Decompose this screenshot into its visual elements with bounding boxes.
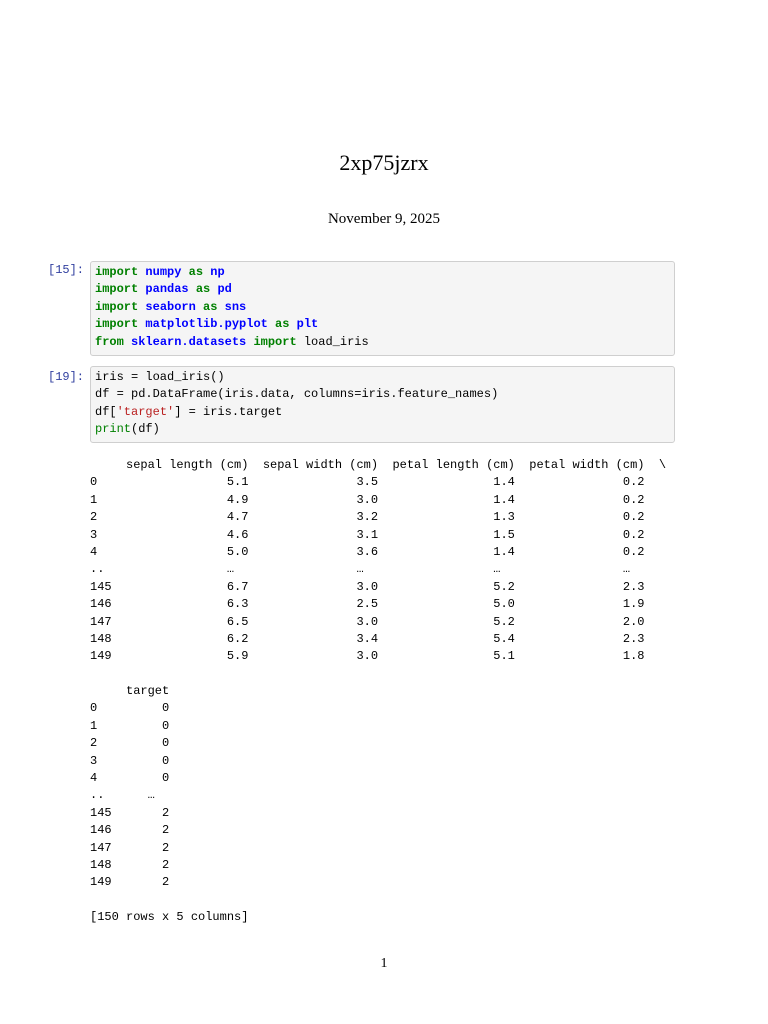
output-line: 148 6.2 3.4 5.4 2.3	[90, 631, 645, 646]
output-line: .. …	[90, 788, 155, 803]
code-line: print(df)	[95, 421, 670, 438]
code-token: seaborn	[145, 299, 196, 314]
code-token: matplotlib.pyplot	[145, 317, 268, 332]
output-line: 146 2	[90, 823, 170, 838]
output-line: 4 5.0 3.6 1.4 0.2	[90, 544, 645, 559]
cell-output: sepal length (cm) sepal width (cm) petal…	[90, 457, 666, 927]
code-token: as	[275, 317, 290, 332]
output-line: 2 4.7 3.2 1.3 0.2	[90, 510, 645, 525]
output-line: 3 4.6 3.1 1.5 0.2	[90, 527, 645, 542]
document-date: November 9, 2025	[327, 211, 441, 227]
code-token: 'target'	[116, 404, 175, 419]
output-line: sepal length (cm) sepal width (cm) petal…	[90, 458, 667, 472]
output-line: 1 4.9 3.0 1.4 0.2	[90, 492, 645, 507]
code-token: df = pd.DataFrame(iris.data, columns=iri…	[95, 387, 499, 402]
code-token: print	[95, 422, 132, 437]
code-token: from	[95, 334, 124, 349]
code-token: import	[95, 265, 139, 279]
code-line: import pandas as pd	[95, 281, 670, 298]
code-token: sklearn.datasets	[131, 334, 247, 349]
output-line: 147 6.5 3.0 5.2 2.0	[90, 614, 645, 629]
code-line: import seaborn as sns	[95, 299, 670, 316]
output-line: .. … … … …	[90, 562, 631, 577]
output-line: 0 5.1 3.5 1.4 0.2	[90, 475, 645, 490]
cell-prompt: [19]:	[48, 370, 85, 384]
code-line: df = pd.DataFrame(iris.data, columns=iri…	[95, 386, 670, 403]
output-line: 145 2	[90, 805, 170, 820]
code-token: import	[95, 282, 139, 297]
code-line: import matplotlib.pyplot as plt	[95, 316, 670, 333]
output-line: 149 5.9 3.0 5.1 1.8	[90, 649, 645, 664]
output-line: 1 0	[90, 718, 170, 733]
output-line: 0 0	[90, 701, 170, 716]
code-token: load_iris	[296, 334, 369, 349]
output-line: 147 2	[90, 840, 170, 855]
output-line: 148 2	[90, 857, 170, 872]
code-token: as	[203, 299, 218, 314]
code-token: ] = iris.target	[174, 404, 283, 419]
code-line: iris = load_iris()	[95, 369, 670, 386]
output-line: target	[90, 684, 170, 699]
code-token: iris = load_iris()	[95, 370, 225, 384]
code-token: import	[95, 317, 139, 332]
code-cell-dataframe[interactable]: iris = load_iris()df = pd.DataFrame(iris…	[90, 366, 675, 443]
code-token: as	[195, 282, 211, 297]
code-token: pd	[217, 282, 232, 297]
output-line: 145 6.7 3.0 5.2 2.3	[90, 579, 645, 594]
code-cell-imports[interactable]: import numpy as np import pandas as pd imp…	[90, 261, 675, 356]
output-line: 2 0	[90, 736, 170, 751]
code-line: df['target'] = iris.target	[95, 404, 670, 421]
output-line: 149 2	[90, 875, 170, 890]
code-token: import	[95, 299, 139, 314]
code-line: import numpy as np	[95, 264, 670, 281]
output-line: 3 0	[90, 753, 170, 768]
page-number: 1	[380, 956, 388, 971]
output-line: 146 6.3 2.5 5.0 1.9	[90, 597, 645, 612]
cell-prompt: [15]:	[48, 263, 85, 277]
code-token: sns	[224, 299, 247, 314]
code-token: plt	[296, 317, 319, 332]
output-line: [150 rows x 5 columns]	[90, 910, 249, 925]
code-token: df[	[95, 404, 117, 419]
document-title: 2xp75jzrx	[339, 150, 429, 175]
code-token: (df)	[131, 422, 160, 437]
code-token: pandas	[145, 282, 189, 297]
code-token: as	[188, 265, 204, 279]
code-token: np	[210, 265, 225, 279]
code-token: numpy	[145, 265, 182, 279]
code-token: import	[253, 334, 297, 349]
output-line: 4 0	[90, 771, 170, 786]
code-line: from sklearn.datasets import load_iris	[95, 334, 670, 351]
